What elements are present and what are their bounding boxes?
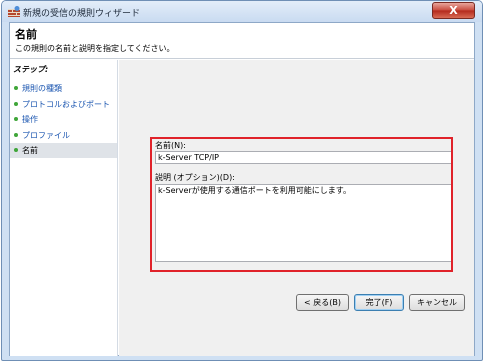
step-protocol-ports[interactable]: プロトコルおよびポート	[10, 97, 117, 112]
cancel-button[interactable]: キャンセル	[409, 294, 465, 311]
page-description: この規則の名前と説明を指定してください。	[15, 44, 175, 53]
content-panel: 名前(N): k-Server TCP/IP 説明 (オプション)(D): k-…	[119, 60, 474, 356]
step-action[interactable]: 操作	[10, 112, 117, 127]
highlight-box	[150, 137, 453, 272]
step-rule-type[interactable]: 規則の種類	[10, 81, 117, 96]
back-button[interactable]: < 戻る(B)	[296, 294, 349, 311]
finish-button[interactable]: 完了(F)	[354, 294, 404, 311]
firewall-icon	[8, 6, 20, 17]
steps-title: ステップ:	[13, 65, 49, 74]
step-bullet-icon	[14, 86, 18, 90]
steps-panel: ステップ: 規則の種類 プロトコルおよびポート 操作 プロファイル 名前	[10, 60, 118, 356]
step-label: 名前	[22, 146, 38, 155]
step-label: 操作	[22, 115, 38, 124]
step-bullet-icon	[14, 117, 18, 121]
wizard-client-area: 名前 この規則の名前と説明を指定してください。 ステップ: 規則の種類 プロトコ…	[9, 22, 475, 356]
close-button[interactable]: X	[432, 2, 475, 19]
step-label: プロファイル	[22, 131, 70, 140]
page-title: 名前	[15, 28, 37, 41]
step-profile[interactable]: プロファイル	[10, 128, 117, 143]
step-label: 規則の種類	[22, 84, 62, 93]
step-bullet-icon	[14, 148, 18, 152]
step-bullet-icon	[14, 133, 18, 137]
title-bar[interactable]: 新規の受信の規則ウィザード X	[2, 1, 482, 22]
wizard-header: 名前 この規則の名前と説明を指定してください。	[10, 23, 474, 59]
step-name[interactable]: 名前	[10, 143, 117, 158]
step-bullet-icon	[14, 102, 18, 106]
step-label: プロトコルおよびポート	[22, 100, 110, 109]
window-title: 新規の受信の規則ウィザード	[23, 9, 141, 19]
